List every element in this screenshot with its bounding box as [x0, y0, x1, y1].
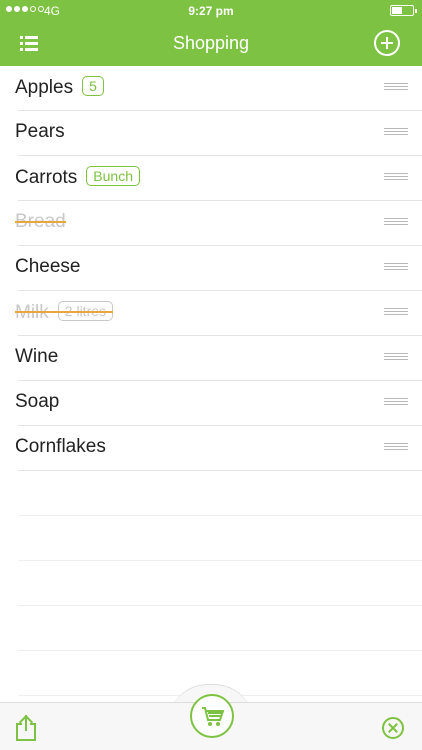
item-label: Apples [15, 77, 74, 98]
item-name: Pears [15, 121, 65, 143]
item-label: Cheese [15, 256, 81, 277]
empty-row [18, 606, 422, 651]
drag-handle-icon[interactable] [384, 398, 408, 408]
item-label: Pears [15, 121, 65, 142]
item-name: Cornflakes [15, 436, 106, 458]
share-icon[interactable] [16, 714, 36, 741]
empty-row [18, 471, 422, 516]
list-item[interactable]: Apples 5 [15, 66, 422, 111]
empty-row [18, 516, 422, 561]
empty-row [18, 561, 422, 606]
cart-icon [202, 707, 225, 726]
list-item[interactable]: Wine [15, 336, 422, 381]
list-item[interactable]: Milk 2 litres [15, 291, 422, 336]
cart-button[interactable] [190, 694, 234, 738]
close-circle-icon[interactable] [382, 717, 404, 739]
drag-handle-icon[interactable] [384, 83, 408, 93]
clock: 9:27 pm [188, 4, 234, 18]
item-name: Wine [15, 346, 58, 368]
page-title: Shopping [172, 33, 250, 53]
battery-icon [390, 5, 417, 16]
list-item[interactable]: Bread [15, 201, 422, 246]
status-bar: 4G 9:27 pm [0, 0, 422, 22]
strikethrough-line [15, 311, 113, 313]
item-label: Wine [15, 346, 59, 367]
drag-handle-icon[interactable] [384, 173, 408, 183]
quantity-badge[interactable]: 5 [82, 76, 104, 96]
drag-handle-icon[interactable] [384, 353, 408, 363]
list-item[interactable]: Soap [15, 381, 422, 426]
nav-bar: Shopping [0, 22, 422, 66]
drag-handle-icon[interactable] [384, 263, 408, 273]
drag-handle-icon[interactable] [384, 308, 408, 318]
item-name: Apples 5 [15, 76, 104, 99]
list-item[interactable]: Cornflakes [15, 426, 422, 471]
list-item[interactable]: Cheese [15, 246, 422, 291]
item-label: Carrots [15, 167, 78, 188]
item-label: Soap [15, 391, 60, 412]
quantity-badge[interactable]: Bunch [86, 166, 140, 186]
item-name: Soap [15, 391, 59, 413]
item-name: Carrots Bunch [15, 166, 140, 189]
shopping-list: Apples 5 Pears Carrots Bunch Bread Cheese Milk 2… [0, 66, 422, 696]
item-name: Cheese [15, 256, 81, 278]
drag-handle-icon[interactable] [384, 443, 408, 453]
strikethrough-line [15, 221, 66, 223]
list-item[interactable]: Carrots Bunch [15, 156, 422, 201]
add-item-icon[interactable] [374, 30, 400, 56]
item-label: Cornflakes [15, 436, 106, 457]
list-item[interactable]: Pears [15, 111, 422, 156]
drag-handle-icon[interactable] [384, 218, 408, 228]
drag-handle-icon[interactable] [384, 128, 408, 138]
